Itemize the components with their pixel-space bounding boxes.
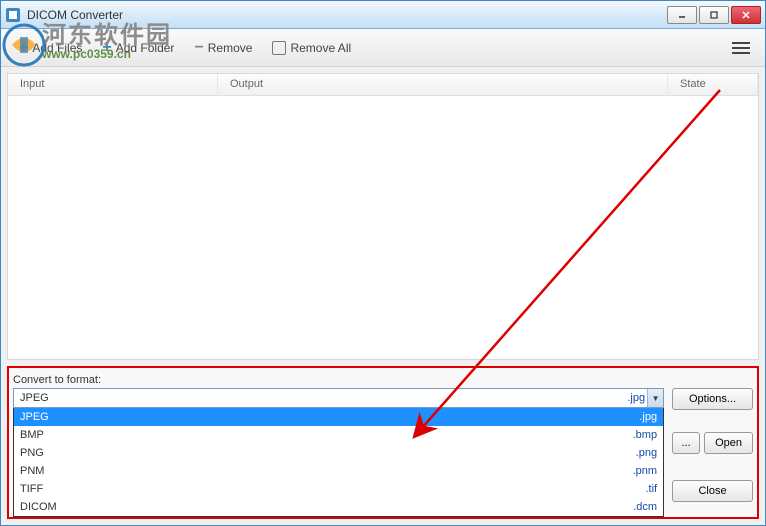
close-button[interactable]: Close [672,480,753,502]
add-files-button[interactable]: + Add Files [11,36,90,60]
remove-button[interactable]: − Remove [186,36,260,60]
add-folder-label: Add Folder [116,41,175,55]
format-option-ext: .tif [645,483,657,495]
add-files-label: Add Files [32,41,82,55]
chevron-down-icon: ▼ [647,389,663,407]
format-option[interactable]: TIFF .tif [14,480,663,498]
plus-icon: + [102,39,111,57]
format-option-name: DICOM [20,501,57,513]
toolbar: + Add Files + Add Folder − Remove Remove… [1,29,765,67]
remove-all-label: Remove All [290,41,351,55]
options-button[interactable]: Options... [672,388,753,410]
column-output[interactable]: Output [218,74,668,95]
menu-button[interactable] [727,37,755,59]
format-option-name: TIFF [20,483,43,495]
add-folder-button[interactable]: + Add Folder [94,36,182,60]
browse-button[interactable]: ... [672,432,700,454]
content-area: Input Output State [7,73,759,360]
window-title: DICOM Converter [27,8,667,22]
plus-icon: + [19,39,28,57]
format-option[interactable]: DICOM .dcm [14,498,663,516]
format-option-name: PNM [20,465,44,477]
open-button[interactable]: Open [704,432,753,454]
format-option-ext: .png [636,447,657,459]
format-option[interactable]: PNM .pnm [14,462,663,480]
titlebar: DICOM Converter [1,1,765,29]
app-icon [5,7,21,23]
column-state[interactable]: State [668,74,758,95]
column-input[interactable]: Input [8,74,218,95]
format-option-name: BMP [20,429,44,441]
format-option-ext: .jpg [639,411,657,423]
table-body [8,96,758,359]
remove-label: Remove [208,41,253,55]
format-selected-name: JPEG [20,392,49,404]
format-option[interactable]: JPEG .jpg [14,408,663,426]
format-option-ext: .bmp [633,429,657,441]
format-option[interactable]: BMP .bmp [14,426,663,444]
checkbox-icon [272,41,286,55]
format-option-ext: .pnm [633,465,657,477]
format-option-name: JPEG [20,411,49,423]
bottom-panel: Convert to format: JPEG .jpg ▼ JPEG .jpg B… [7,366,759,519]
table-header: Input Output State [8,74,758,96]
format-option-name: PNG [20,447,44,459]
remove-all-button[interactable]: Remove All [264,38,359,58]
format-select[interactable]: JPEG .jpg ▼ [13,388,664,408]
minus-icon: − [194,39,203,57]
close-window-button[interactable] [731,6,761,24]
minimize-button[interactable] [667,6,697,24]
format-dropdown: JPEG .jpg BMP .bmp PNG .png PNM .pnm TIFF .tif DIC… [13,408,664,517]
format-option-ext: .dcm [633,501,657,513]
format-selected-ext: .jpg [627,392,645,404]
maximize-button[interactable] [699,6,729,24]
format-option[interactable]: PNG .png [14,444,663,462]
convert-label: Convert to format: [13,374,664,386]
